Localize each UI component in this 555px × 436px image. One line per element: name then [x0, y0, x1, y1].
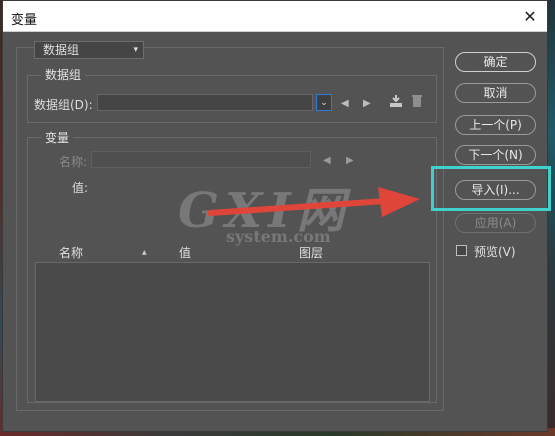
variable-next-icon[interactable]: ▶ [346, 155, 354, 166]
background-strip-right [547, 0, 555, 436]
dataset-mode-value: 数据组 [43, 43, 80, 57]
title-bar: 变量 ✕ [3, 1, 547, 32]
sort-ascending-icon: ▲ [142, 249, 147, 256]
column-header-name[interactable]: 名称 [59, 244, 83, 261]
dataset-mode-select[interactable]: 数据组 ▾ [34, 41, 144, 59]
dataset-prev-icon[interactable]: ◀ [341, 98, 349, 109]
previous-button[interactable]: 上一个(P) [455, 115, 536, 135]
column-header-value[interactable]: 值 [179, 244, 191, 261]
trash-icon[interactable] [410, 93, 424, 113]
column-header-layer[interactable]: 图层 [299, 244, 323, 261]
variable-value-label: 值: [72, 181, 89, 195]
variables-dialog: 变量 ✕ 数据组 ▾ 数据组 数据组(D): ⌄ ◀ ▶ 变量 名称: ◀ ▶ [2, 0, 551, 432]
next-button[interactable]: 下一个(N) [455, 145, 536, 165]
preview-label[interactable]: 预览(V) [474, 243, 516, 260]
dialog-title: 变量 [11, 13, 38, 28]
preview-checkbox[interactable] [456, 245, 467, 256]
dataset-next-icon[interactable]: ▶ [363, 98, 371, 109]
ok-button[interactable]: 确定 [455, 52, 536, 72]
chevron-down-icon: ▾ [133, 45, 138, 55]
import-dataset-icon[interactable] [388, 93, 404, 113]
variable-prev-icon[interactable]: ◀ [323, 155, 331, 166]
variable-table[interactable] [35, 262, 430, 402]
import-button[interactable]: 导入(I)... [455, 180, 536, 200]
variable-name-label: 名称: [59, 155, 88, 169]
dataset-group-legend: 数据组 [41, 66, 86, 83]
dataset-field[interactable] [97, 94, 313, 111]
variable-name-select[interactable] [91, 151, 311, 168]
apply-button[interactable]: 应用(A) [455, 213, 536, 233]
dataset-dropdown-button[interactable]: ⌄ [316, 94, 332, 111]
close-icon[interactable]: ✕ [521, 7, 539, 26]
variable-table-header: 名称 ▲ 值 图层 [35, 244, 430, 260]
dataset-field-label: 数据组(D): [34, 98, 93, 112]
variable-group-legend: 变量 [41, 129, 74, 146]
chevron-down-icon: ⌄ [320, 97, 328, 108]
cancel-button[interactable]: 取消 [455, 83, 536, 103]
